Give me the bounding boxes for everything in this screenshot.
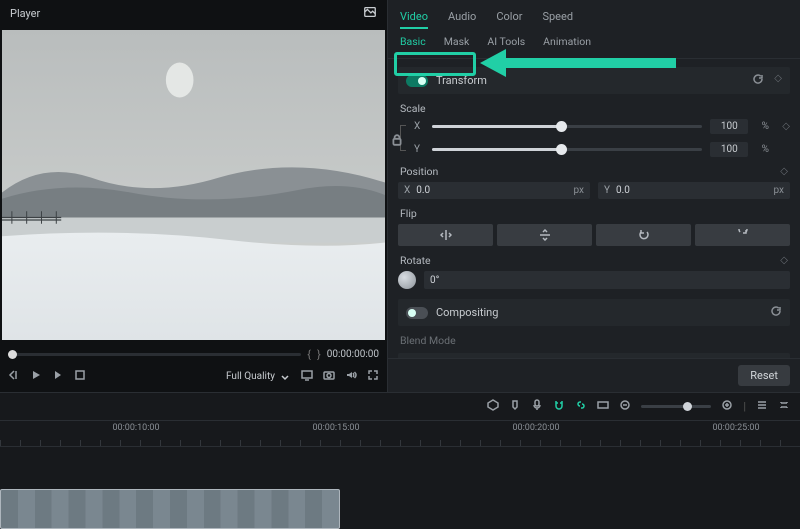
playback-quality-label: Full Quality [226,371,275,382]
timeline-link-icon[interactable] [575,399,587,414]
scale-label: Scale [400,102,426,115]
mark-out-icon[interactable]: } [317,348,321,361]
subtab-basic[interactable]: Basic [400,35,426,54]
position-label: Position [400,165,438,178]
scale-lock-icon[interactable] [400,125,406,151]
timeline-magnet-icon[interactable] [553,399,565,414]
timeline-mic-icon[interactable] [531,399,543,414]
ruler-label-2: 00:00:20:00 [512,423,559,433]
zoom-out-icon[interactable] [619,399,631,414]
stop-button[interactable] [74,369,86,384]
timeline-marker-icon[interactable] [487,399,499,414]
snapshot-frame-icon[interactable] [363,5,377,22]
timeline-ruler[interactable]: 00:00:10:00 00:00:15:00 00:00:20:00 00:0… [0,421,800,447]
timeline-panel: | 00:00:10:00 00:00:15:00 00:00:20:00 00… [0,392,800,529]
fullscreen-icon[interactable] [367,369,379,384]
player-timecode: 00:00:00:00 [327,349,379,360]
player-panel: Player [0,0,388,392]
compositing-label: Compositing [436,306,498,319]
video-preview[interactable] [2,30,385,340]
timeline-zoom-slider[interactable] [641,405,711,408]
tab-speed[interactable]: Speed [542,6,573,29]
position-y-label: Y [604,185,610,196]
chevron-down-icon [279,371,291,383]
position-y-unit: px [773,185,784,196]
subtab-aitools[interactable]: AI Tools [487,35,525,54]
tab-audio[interactable]: Audio [448,6,476,29]
scale-x-value[interactable]: 100 [710,119,748,134]
snapshot-icon[interactable] [323,369,335,384]
compositing-section-header[interactable]: Compositing [398,299,790,326]
rotate-label: Rotate [400,254,431,267]
compositing-toggle[interactable] [406,307,428,319]
timeline-tracks[interactable] [0,447,800,529]
preview-frame [2,30,385,340]
play-button[interactable] [30,369,42,384]
position-x-value: 0.0 [416,185,567,196]
transform-reset-icon[interactable] [752,73,764,88]
rotate-value[interactable]: 0° [424,271,790,289]
rotate-cw-button[interactable] [695,224,790,246]
subtab-animation[interactable]: Animation [543,35,591,54]
reset-button[interactable]: Reset [738,365,790,386]
position-x-label: X [404,185,410,196]
timeline-clip[interactable] [0,489,340,529]
transform-keyframe-icon[interactable]: ◇ [774,73,782,88]
prev-frame-button[interactable] [8,369,20,384]
rotate-ccw-button[interactable] [596,224,691,246]
zoom-in-icon[interactable] [721,399,733,414]
rotate-knob[interactable] [398,271,416,289]
blend-mode-label: Blend Mode [400,334,456,347]
timeline-settings-icon[interactable] [778,399,790,414]
transform-label: Transform [436,74,487,87]
ruler-label-1: 00:00:15:00 [312,423,359,433]
ruler-label-3: 00:00:25:00 [712,423,759,433]
timeline-list-icon[interactable] [756,399,768,414]
compositing-reset-icon[interactable] [770,305,782,320]
rotate-keyframe-icon[interactable]: ◇ [780,255,788,266]
scale-y-value[interactable]: 100 [710,142,748,157]
position-x-field[interactable]: X 0.0 px [398,182,590,199]
position-y-field[interactable]: Y 0.0 px [598,182,790,199]
scale-y-unit: % [756,144,774,155]
timeline-marker2-icon[interactable] [509,399,521,414]
transform-toggle[interactable] [406,75,428,87]
inspector-panel: Video Audio Color Speed Basic Mask AI To… [388,0,800,392]
flip-horizontal-button[interactable] [398,224,493,246]
scale-y-slider[interactable] [432,148,702,151]
mark-in-icon[interactable]: { [307,348,311,361]
scale-x-slider[interactable] [432,125,702,128]
scale-x-keyframe-icon[interactable]: ◇ [782,121,790,132]
volume-icon[interactable] [345,369,357,384]
scale-x-axis-label: X [414,121,424,132]
flip-label: Flip [400,207,417,220]
subtab-mask[interactable]: Mask [444,35,470,54]
scale-x-unit: % [756,121,774,132]
position-y-value: 0.0 [616,185,767,196]
tab-video[interactable]: Video [400,6,428,29]
display-mode-icon[interactable] [301,369,313,384]
playback-quality-dropdown[interactable]: Full Quality [226,371,291,383]
position-keyframe-icon[interactable]: ◇ [780,166,788,177]
timeline-aspect-icon[interactable] [597,399,609,414]
next-frame-button[interactable] [52,369,64,384]
transform-section-header[interactable]: Transform ◇ [398,67,790,94]
ruler-label-0: 00:00:10:00 [112,423,159,433]
tab-color[interactable]: Color [496,6,522,29]
player-title: Player [10,7,40,20]
scale-y-axis-label: Y [414,144,424,155]
player-scrubber[interactable] [8,353,301,356]
flip-vertical-button[interactable] [497,224,592,246]
position-x-unit: px [573,185,584,196]
